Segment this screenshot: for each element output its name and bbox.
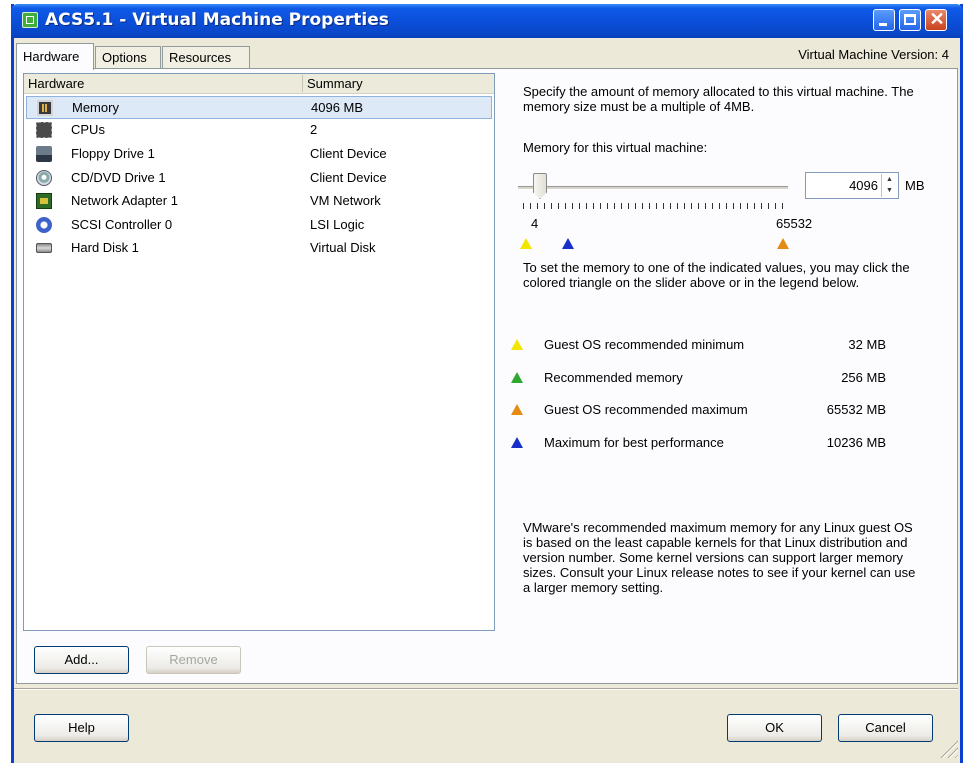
tab-resources[interactable]: Resources: [162, 46, 250, 68]
hardware-row-cpus[interactable]: CPUs 2: [26, 119, 492, 142]
column-header-row: Hardware Summary: [24, 74, 494, 94]
legend-label: Guest OS recommended maximum: [544, 402, 748, 417]
spin-arrows-icon[interactable]: ▲ ▼: [881, 174, 897, 197]
legend-row-recommended[interactable]: Recommended memory 256 MB: [508, 368, 888, 388]
cancel-button[interactable]: Cancel: [838, 714, 933, 742]
cpu-icon: [36, 122, 52, 138]
vmware-memory-note: VMware's recommended maximum memory for …: [523, 520, 916, 595]
orange-triangle-icon: [511, 404, 523, 415]
legend-value: 256 MB: [841, 370, 886, 385]
yellow-triangle-icon: [511, 339, 523, 350]
hardware-row-hard-disk[interactable]: Hard Disk 1 Virtual Disk: [26, 237, 492, 260]
tab-hardware[interactable]: Hardware: [16, 43, 94, 70]
close-icon: ✕: [929, 9, 945, 29]
memory-unit-label: MB: [905, 178, 925, 193]
scsi-controller-icon: [36, 217, 52, 233]
legend-label: Guest OS recommended minimum: [544, 337, 745, 352]
hardware-summary: Virtual Disk: [310, 240, 376, 255]
hardware-name: Memory: [72, 100, 119, 115]
slider-max-label: 65532: [776, 216, 813, 231]
hardware-row-scsi-controller[interactable]: SCSI Controller 0 LSI Logic: [26, 214, 492, 237]
legend-row-guest-max[interactable]: Guest OS recommended maximum 65532 MB: [508, 400, 888, 420]
memory-size-stepper[interactable]: 4096 ▲ ▼: [805, 172, 899, 199]
add-hardware-button[interactable]: Add...: [34, 646, 129, 674]
hardware-name: SCSI Controller 0: [71, 217, 173, 232]
network-adapter-icon: [36, 193, 52, 209]
slider-min-label: 4: [531, 216, 539, 231]
legend-label: Maximum for best performance: [544, 435, 724, 450]
minimize-button[interactable]: [873, 9, 895, 31]
hardware-name: Floppy Drive 1: [71, 146, 155, 161]
hardware-name: Network Adapter 1: [71, 193, 178, 208]
column-header-hardware[interactable]: Hardware: [24, 75, 303, 92]
maximize-button[interactable]: [899, 9, 921, 31]
help-button[interactable]: Help: [34, 714, 129, 742]
cd-dvd-icon: [36, 170, 52, 186]
legend-row-guest-min[interactable]: Guest OS recommended minimum 32 MB: [508, 335, 888, 355]
slider-marker-max-triangle-icon[interactable]: [777, 238, 789, 249]
slider-marker-min-triangle-icon[interactable]: [520, 238, 532, 249]
hardware-row-floppy-drive[interactable]: Floppy Drive 1 Client Device: [26, 143, 492, 166]
footer-separator: [14, 688, 958, 690]
legend-label: Recommended memory: [544, 370, 683, 385]
hardware-name: CPUs: [71, 122, 105, 137]
slider-marker-best-performance-triangle-icon[interactable]: [562, 238, 574, 249]
close-button[interactable]: ✕: [925, 9, 947, 31]
title-bar[interactable]: ACS5.1 - Virtual Machine Properties ✕: [11, 4, 963, 38]
hard-disk-icon: [36, 243, 52, 253]
blue-triangle-icon: [511, 437, 523, 448]
hardware-name: CD/DVD Drive 1: [71, 170, 166, 185]
legend-value: 10236 MB: [826, 435, 886, 450]
hardware-summary: VM Network: [310, 193, 381, 208]
memory-slider-track[interactable]: [518, 186, 788, 190]
green-triangle-icon: [511, 372, 523, 383]
legend-value: 32 MB: [848, 337, 886, 352]
memory-size-value[interactable]: 4096: [849, 178, 878, 193]
tab-options[interactable]: Options: [95, 46, 161, 68]
hardware-summary: Client Device: [310, 146, 387, 161]
hardware-summary: 2: [310, 122, 318, 137]
window-title: ACS5.1 - Virtual Machine Properties: [45, 10, 389, 30]
hardware-summary: LSI Logic: [310, 217, 365, 232]
memory-hint: To set the memory to one of the indicate…: [523, 260, 910, 290]
hardware-row-memory[interactable]: Memory 4096 MB: [26, 96, 492, 119]
legend-row-best-performance[interactable]: Maximum for best performance 10236 MB: [508, 433, 888, 453]
memory-field-label: Memory for this virtual machine:: [523, 140, 708, 155]
hardware-summary: Client Device: [310, 170, 387, 185]
hardware-row-network-adapter[interactable]: Network Adapter 1 VM Network: [26, 190, 492, 213]
floppy-icon: [36, 146, 52, 162]
hardware-row-cd-dvd-drive[interactable]: CD/DVD Drive 1 Client Device: [26, 167, 492, 190]
hardware-name: Hard Disk 1: [71, 240, 139, 255]
vm-version-label: Virtual Machine Version: 4: [798, 47, 949, 62]
column-header-summary[interactable]: Summary: [303, 75, 494, 92]
hardware-list[interactable]: Hardware Summary Memory 4096 MB CPUs 2 F…: [23, 73, 495, 631]
memory-description: Specify the amount of memory allocated t…: [523, 84, 914, 114]
memory-slider-ticks: [523, 203, 786, 209]
remove-hardware-button[interactable]: Remove: [146, 646, 241, 674]
ok-button[interactable]: OK: [727, 714, 822, 742]
legend-value: 65532 MB: [826, 402, 886, 417]
hardware-summary: 4096 MB: [311, 100, 364, 115]
memory-icon: [37, 100, 53, 116]
vm-properties-icon: [22, 12, 38, 28]
